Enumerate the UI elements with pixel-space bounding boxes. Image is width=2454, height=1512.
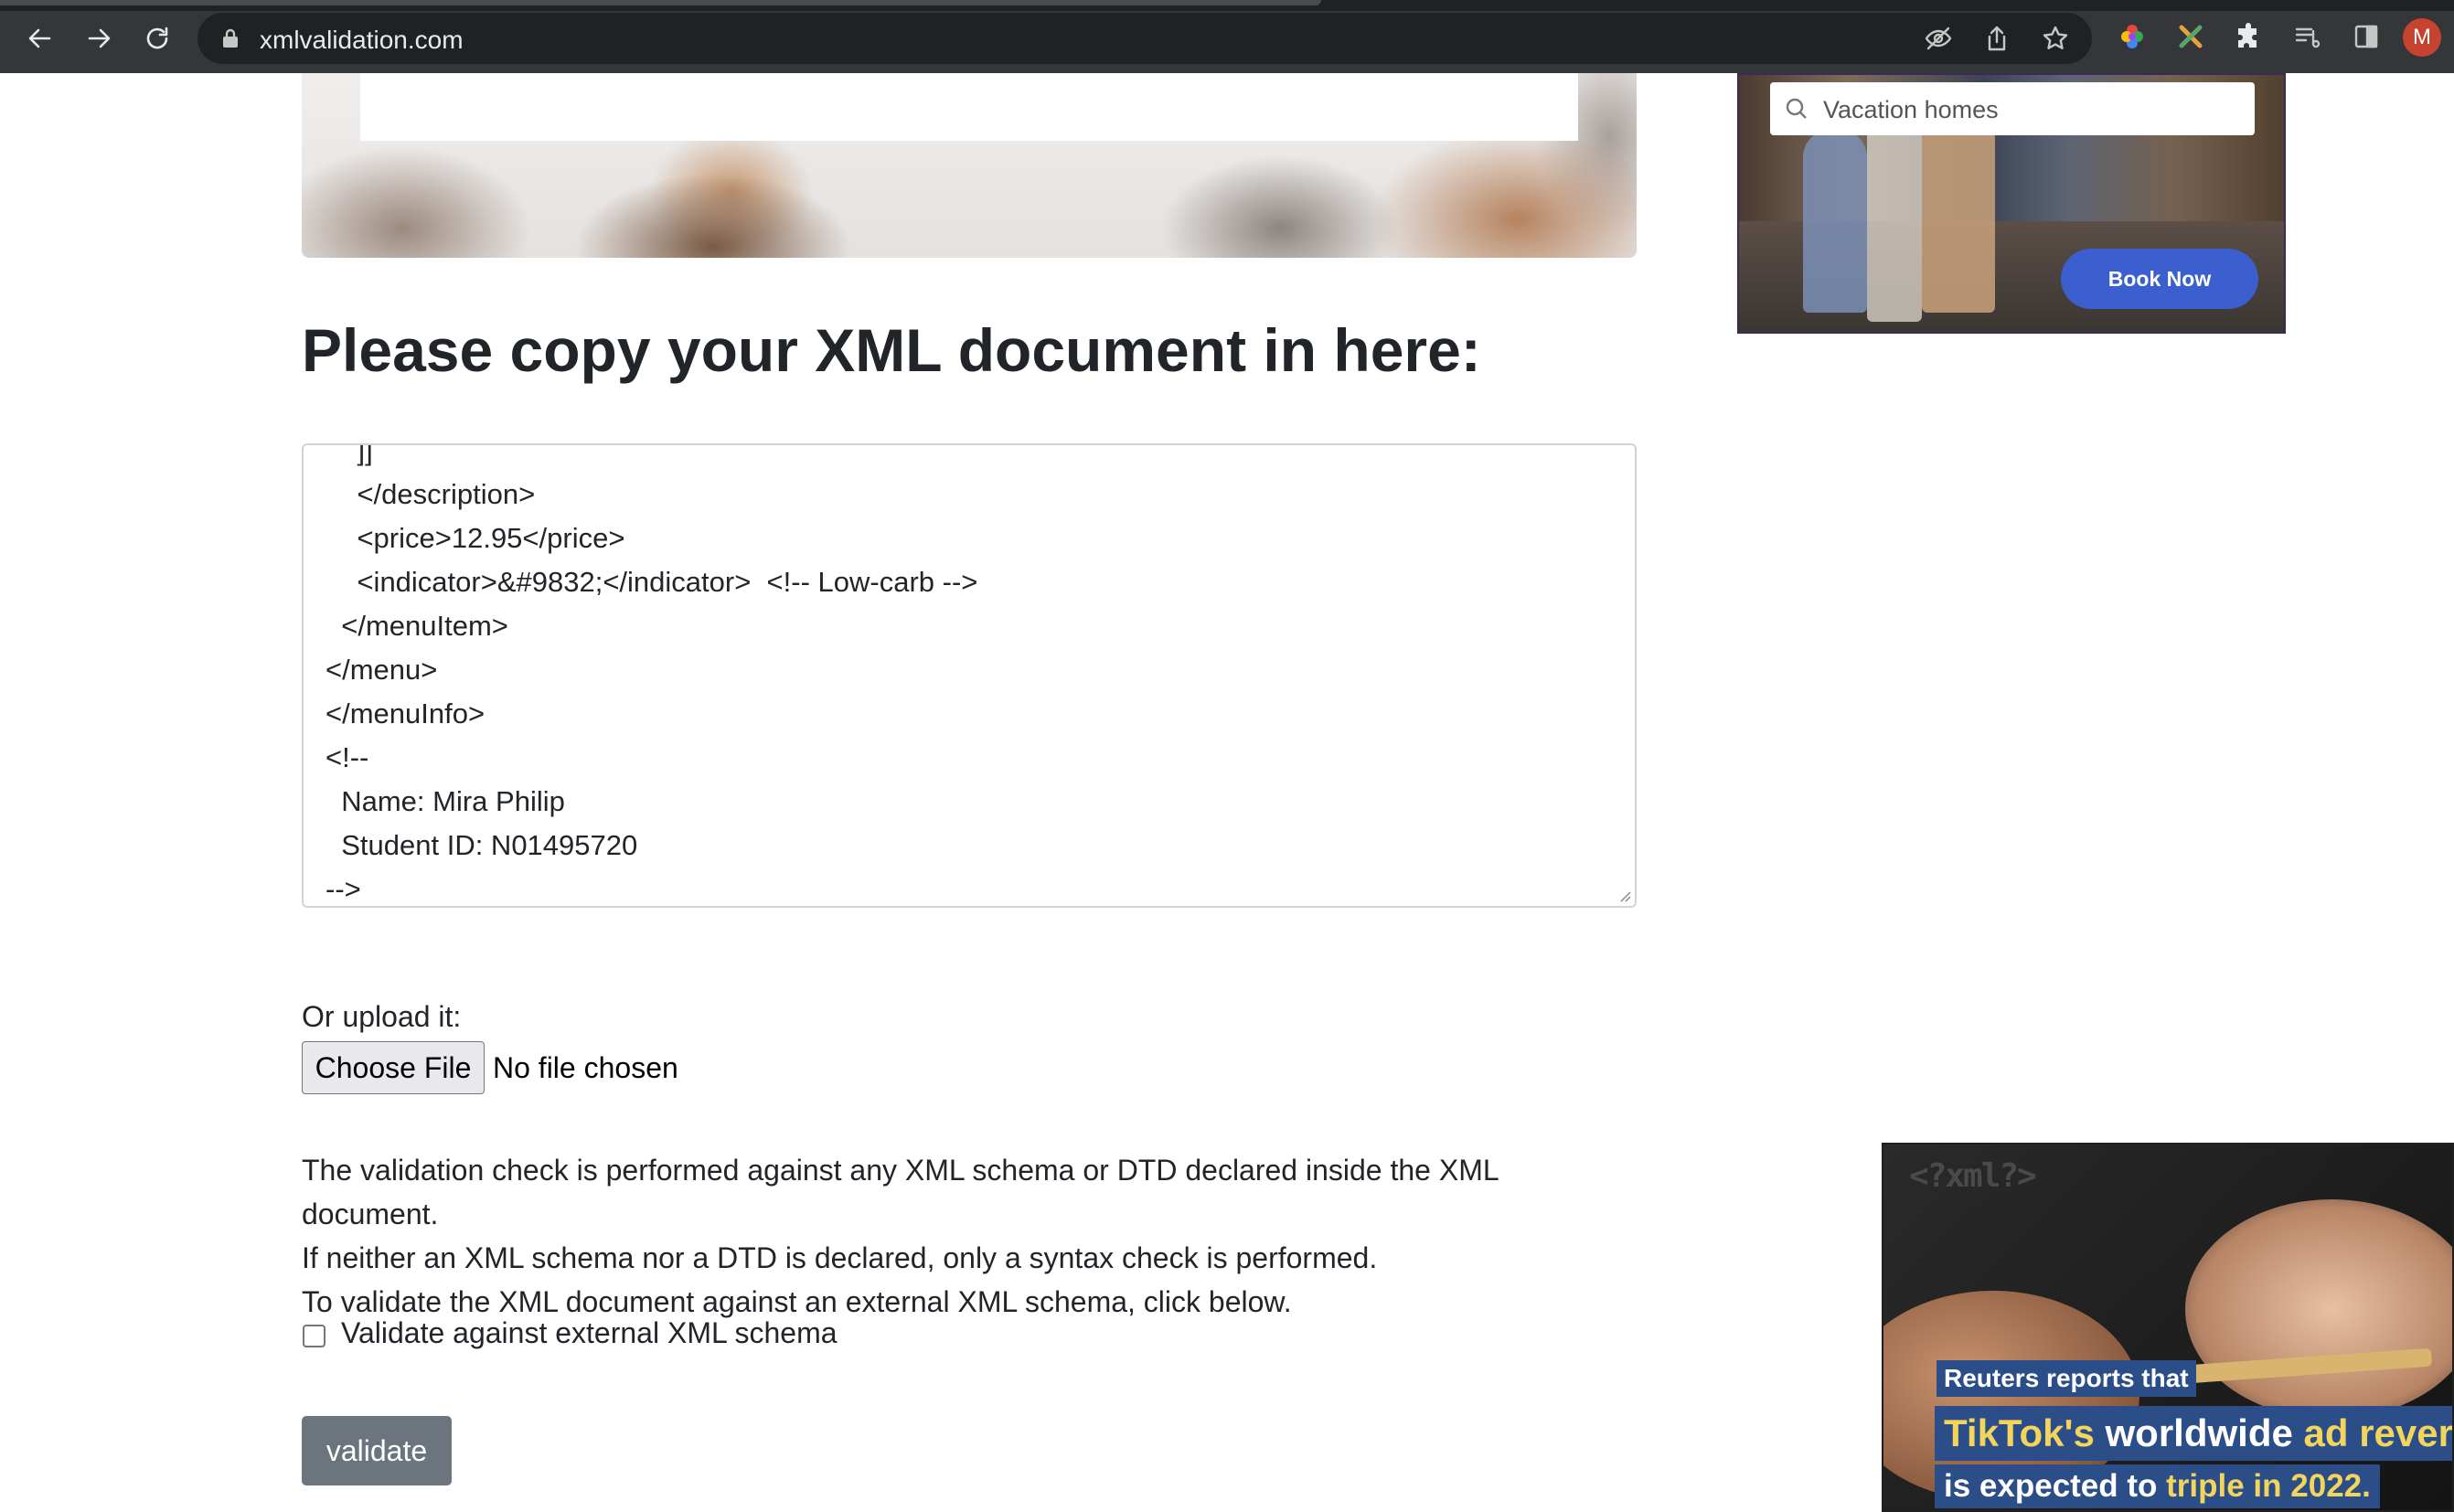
info-text-line: If neither an XML schema nor a DTD is de… (302, 1241, 1378, 1274)
x-extension-button[interactable] (2176, 22, 2205, 51)
forward-icon (88, 28, 111, 48)
hand-image (2185, 1199, 2452, 1419)
reload-icon (146, 27, 168, 49)
xml-input-textarea[interactable]: ]] </description> <price>12.95</price> <… (302, 443, 1637, 908)
choose-file-button[interactable]: Choose File (302, 1041, 485, 1094)
side-panel-button[interactable] (2352, 22, 2381, 51)
extensions-button[interactable] (2235, 22, 2264, 51)
profile-avatar[interactable]: M (2403, 18, 2441, 57)
star-icon (2043, 26, 2068, 49)
info-text-line: The validation check is performed agains… (302, 1154, 1499, 1187)
xml-text[interactable]: ]] </description> <price>12.95</price> <… (325, 445, 977, 906)
ad-person-image (1867, 102, 1922, 322)
external-schema-checkbox[interactable] (303, 1325, 325, 1347)
ad-person-image (1922, 112, 1995, 313)
vacation-ad[interactable]: Vacation homes Book Now (1737, 73, 2286, 334)
back-button[interactable] (20, 18, 60, 59)
caption-highlight: triple in 2022. (2166, 1468, 2371, 1504)
validate-button[interactable]: validate (302, 1416, 452, 1485)
video-ad[interactable]: <?xml?> Reuters reports that TikTok's wo… (1882, 1143, 2454, 1512)
browser-toolbar: xmlvalidation.com M (0, 0, 2454, 73)
resize-handle-icon[interactable] (1616, 888, 1631, 902)
caption-text: is expected to (1944, 1468, 2167, 1504)
search-icon (1785, 97, 1808, 121)
caption-text: worldwide (2094, 1411, 2304, 1454)
side-panel-icon (2354, 25, 2378, 48)
book-now-button[interactable]: Book Now (2061, 249, 2258, 309)
header-banner (302, 73, 1637, 258)
address-bar[interactable]: xmlvalidation.com (197, 13, 2092, 64)
video-caption: is expected to triple in 2022. (1935, 1464, 2380, 1508)
eye-off-icon (1925, 27, 1952, 50)
eye-off-button[interactable] (1924, 24, 1953, 53)
page-title: Please copy your XML document in here: (302, 316, 1481, 384)
bookmark-button[interactable] (2041, 24, 2070, 53)
file-status-text: No file chosen (493, 1051, 678, 1084)
ad-search-input[interactable]: Vacation homes (1770, 82, 2255, 135)
external-schema-label[interactable]: Validate against external XML schema (341, 1316, 838, 1350)
reload-button[interactable] (137, 18, 177, 59)
ad-person-image (1803, 130, 1867, 313)
caption-highlight: ad rever (2303, 1411, 2453, 1454)
ad-search-placeholder: Vacation homes (1823, 96, 1999, 123)
video-caption: Reuters reports that (1937, 1360, 2196, 1397)
color-wheel-icon (2121, 25, 2143, 48)
share-icon (1988, 26, 2006, 51)
upload-label: Or upload it: (302, 1000, 462, 1033)
x-extension-icon (2179, 25, 2203, 48)
forward-button[interactable] (79, 18, 119, 59)
video-caption: TikTok's worldwide ad rever (1935, 1406, 2453, 1461)
tab-strip (0, 0, 2454, 11)
share-button[interactable] (1982, 24, 2011, 53)
caption-highlight: TikTok's (1944, 1411, 2095, 1454)
banner-card (360, 73, 1578, 141)
info-text-line: document. (302, 1198, 439, 1230)
puzzle-icon (2238, 23, 2257, 48)
reading-list-button[interactable] (2293, 22, 2322, 51)
reading-list-icon (2295, 27, 2321, 48)
active-tab-edge (0, 0, 1321, 5)
back-icon (28, 28, 51, 48)
url-text[interactable]: xmlvalidation.com (260, 26, 464, 55)
color-extension-button[interactable] (2118, 22, 2147, 51)
xml-logo: <?xml?> (1909, 1157, 2037, 1195)
lock-icon (223, 28, 238, 48)
